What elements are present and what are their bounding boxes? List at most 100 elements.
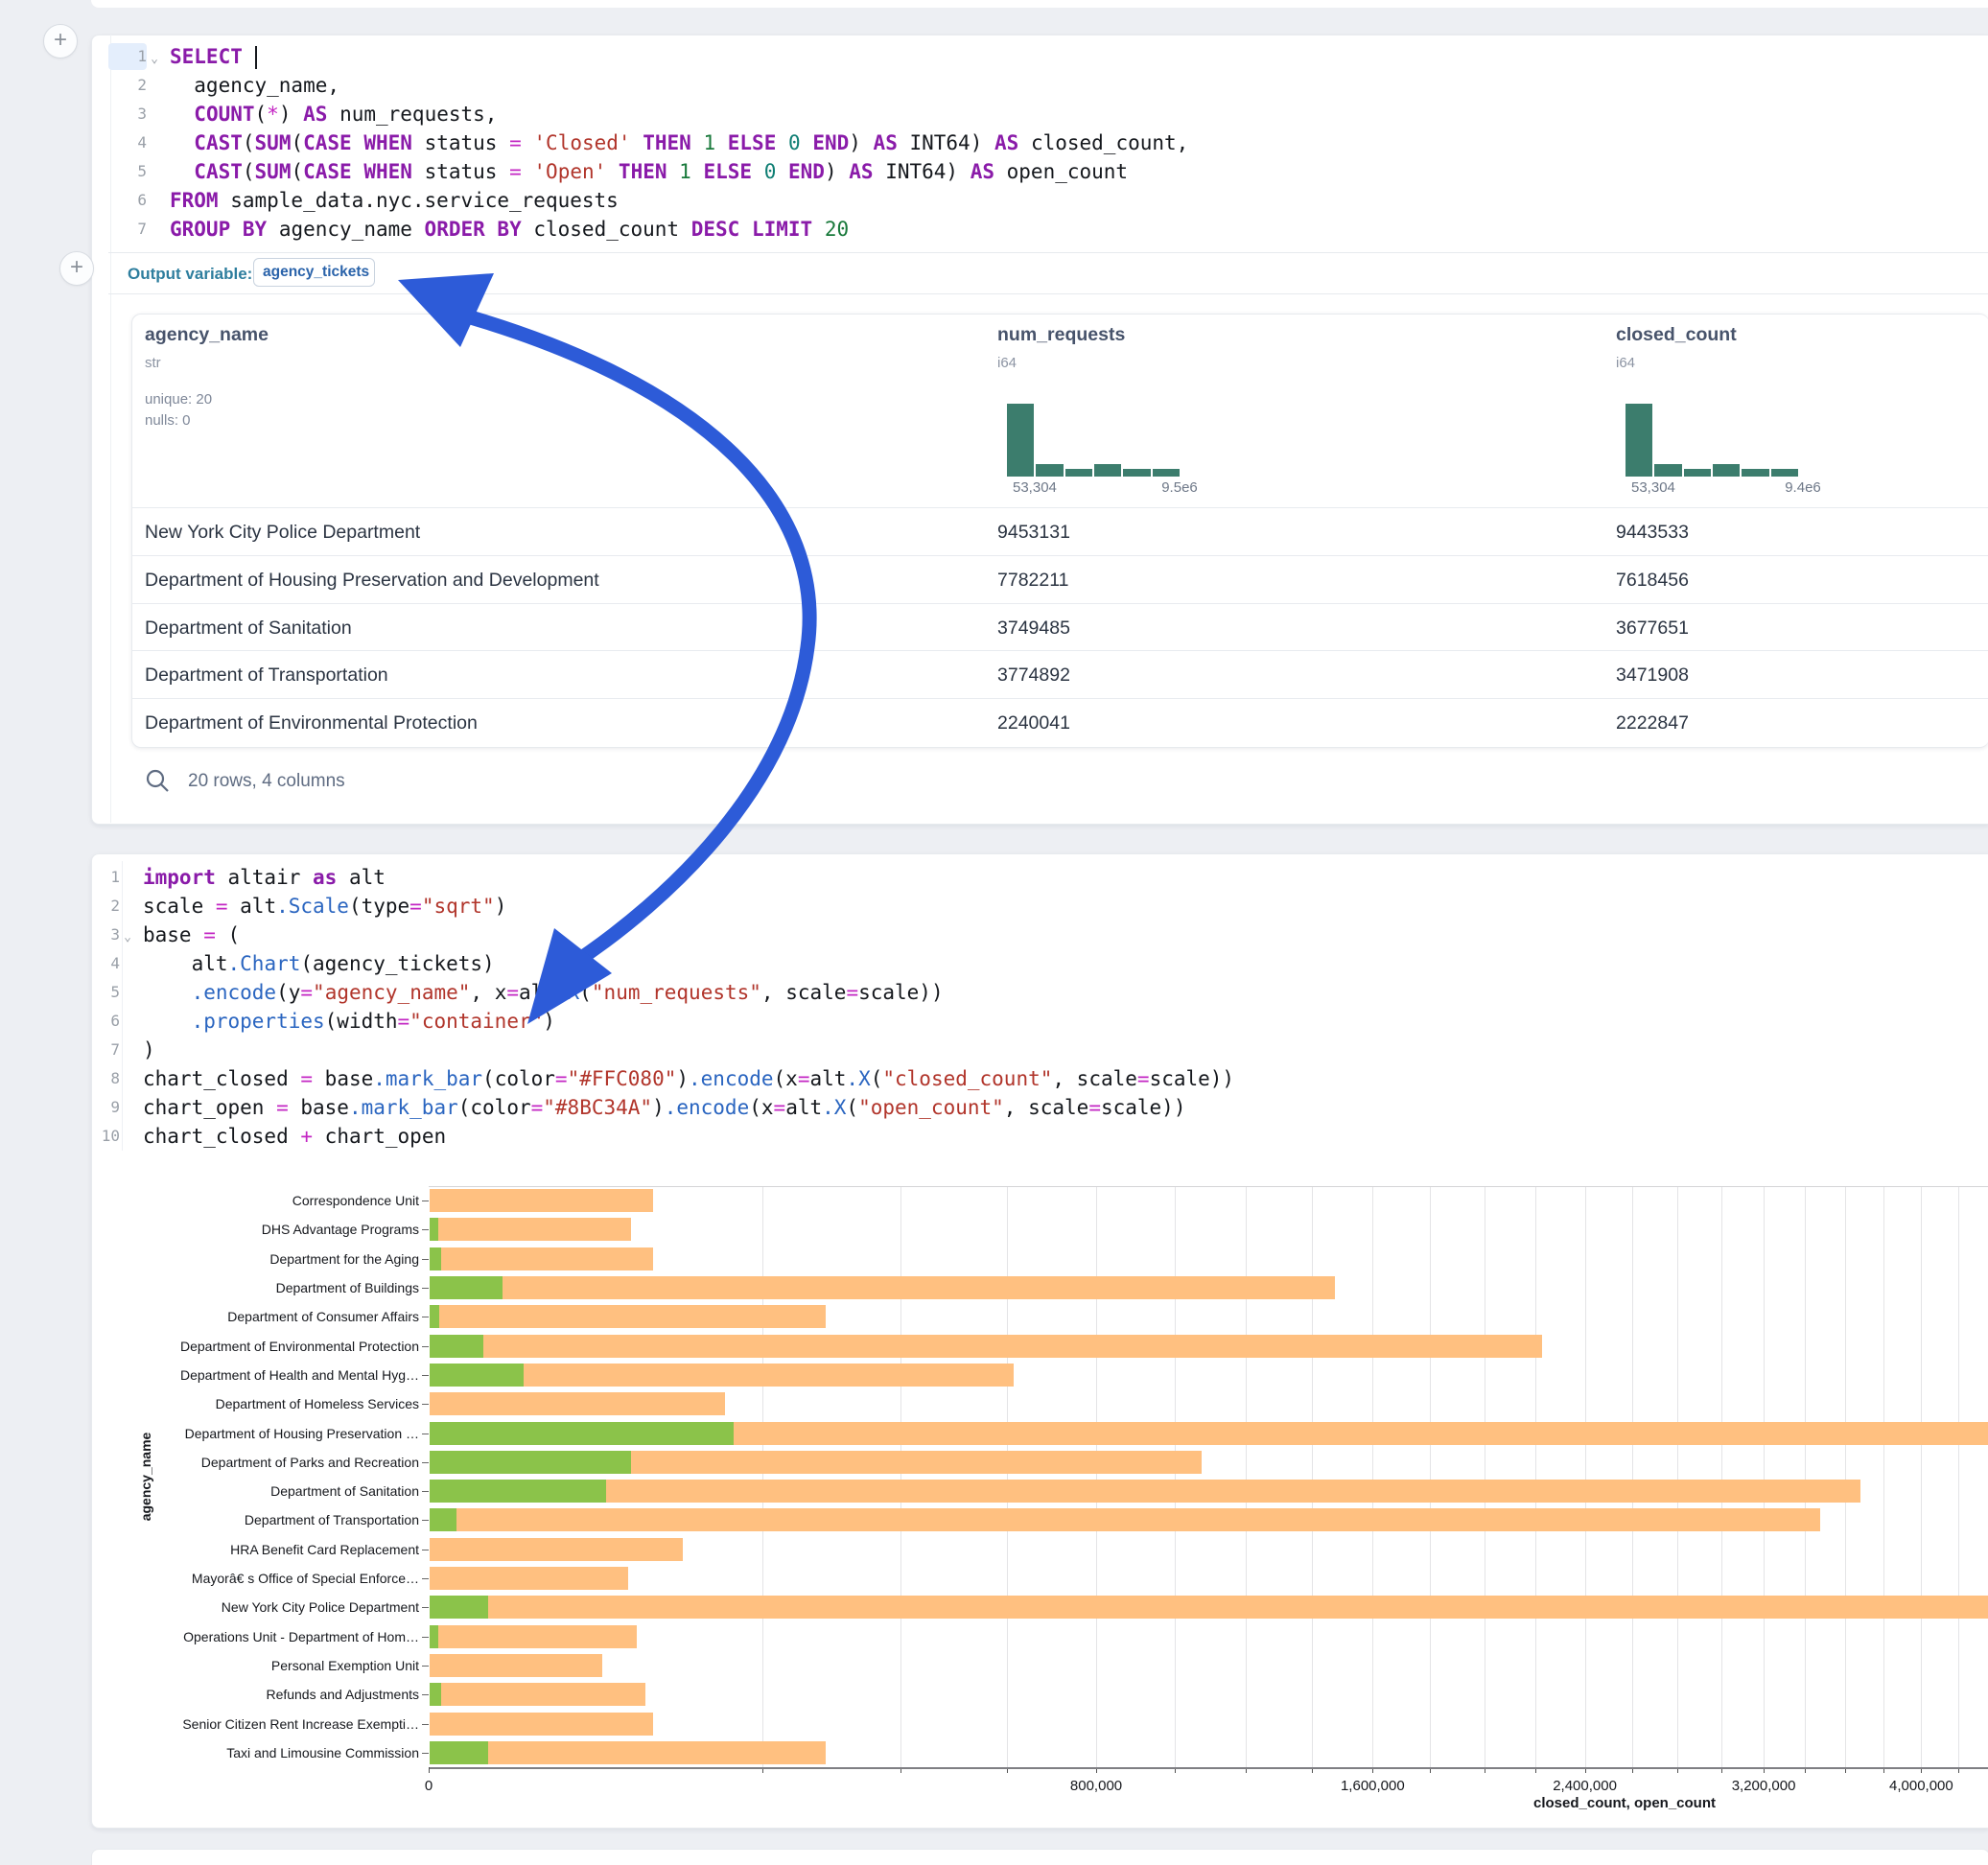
- line-number: 1: [108, 43, 147, 70]
- column-stat-unique: unique: 20: [145, 391, 212, 408]
- x-axis-title: closed_count, open_count: [1433, 1795, 1816, 1811]
- code-line[interactable]: 2 scale = alt.Scale(type="sqrt"): [82, 892, 1961, 921]
- next-cell-edge: [91, 1849, 1988, 1865]
- code-text: SELECT: [170, 45, 257, 69]
- column-header-num-requests[interactable]: num_requests: [997, 324, 1125, 346]
- code-line[interactable]: 5 CAST(SUM(CASE WHEN status = 'Open' THE…: [108, 157, 1969, 186]
- fold-chevron-icon: [120, 1106, 135, 1109]
- code-line[interactable]: 4 CAST(SUM(CASE WHEN status = 'Closed' T…: [108, 128, 1969, 157]
- column-header-closed-count[interactable]: closed_count: [1616, 324, 1737, 346]
- code-line[interactable]: 9 chart_open = base.mark_bar(color="#8BC3…: [82, 1093, 1961, 1122]
- table-row[interactable]: Department of Transportation377489234719…: [131, 650, 1988, 699]
- line-number: 2: [82, 893, 120, 920]
- cell-agency_name: Department of Environmental Protection: [145, 699, 478, 747]
- code-text: .encode(y="agency_name", x=alt.X("num_re…: [143, 981, 944, 1004]
- cell-num_requests: 3749485: [997, 604, 1070, 652]
- cell-closed_count: 7618456: [1616, 556, 1689, 604]
- num-requests-histogram: [1007, 403, 1180, 477]
- cell-closed_count: 3471908: [1616, 651, 1689, 699]
- line-number: 7: [82, 1037, 120, 1063]
- code-line[interactable]: 4 alt.Chart(agency_tickets): [82, 949, 1961, 978]
- code-line[interactable]: 6FROM sample_data.nyc.service_requests: [108, 186, 1969, 215]
- cell-closed_count: 9443533: [1616, 508, 1689, 556]
- code-line[interactable]: 1⌄ SELECT: [108, 42, 1969, 71]
- fold-chevron-icon: [147, 112, 162, 116]
- line-number: 9: [82, 1094, 120, 1121]
- divider: [108, 293, 1988, 294]
- code-line[interactable]: 3 COUNT(*) AS num_requests,: [108, 100, 1969, 128]
- line-number: 6: [82, 1008, 120, 1035]
- histogram-bar: [1742, 469, 1768, 477]
- table-row[interactable]: Department of Sanitation37494853677651: [131, 603, 1988, 652]
- fold-chevron-icon[interactable]: ⌄: [147, 48, 162, 66]
- fold-chevron-icon: [147, 227, 162, 231]
- fold-chevron-icon: [120, 1077, 135, 1081]
- code-text: chart_closed + chart_open: [143, 1125, 446, 1148]
- divider: [108, 252, 1988, 253]
- fold-chevron-icon: [120, 1048, 135, 1052]
- add-cell-button[interactable]: +: [59, 251, 94, 286]
- cell-num_requests: 2240041: [997, 699, 1070, 747]
- output-variable-label: Output variable:: [128, 265, 252, 284]
- table-row[interactable]: Department of Environmental Protection 22…: [131, 698, 1988, 747]
- table-row[interactable]: New York City Police Department 9453131 94…: [131, 507, 1988, 556]
- code-line[interactable]: 6 .properties(width="container"): [82, 1007, 1961, 1036]
- code-line[interactable]: 7GROUP BY agency_name ORDER BY closed_co…: [108, 215, 1969, 244]
- histogram-bar: [1094, 464, 1121, 477]
- histogram-bar: [1684, 469, 1711, 477]
- cell-agency_name: Department of Sanitation: [145, 604, 352, 652]
- code-line[interactable]: 10chart_closed + chart_open: [82, 1122, 1961, 1151]
- hist-min-label: 53,304: [1631, 479, 1675, 496]
- code-text: scale = alt.Scale(type="sqrt"): [143, 895, 506, 918]
- line-number: 5: [82, 979, 120, 1006]
- cell-agency_name: New York City Police Department: [145, 508, 420, 556]
- cell-agency_name: Department of Housing Preservation and D…: [145, 556, 599, 604]
- fold-chevron-icon[interactable]: ⌄: [120, 926, 135, 944]
- python-editor[interactable]: 1import altair as alt2 scale = alt.Scale(…: [82, 863, 1961, 1151]
- code-line[interactable]: 2 agency_name,: [108, 71, 1969, 100]
- fold-chevron-icon: [120, 1019, 135, 1023]
- code-line[interactable]: 5 .encode(y="agency_name", x=alt.X("num_…: [82, 978, 1961, 1007]
- add-cell-button[interactable]: +: [43, 24, 78, 58]
- code-line[interactable]: 1import altair as alt: [82, 863, 1961, 892]
- column-header-agency-name[interactable]: agency_name: [145, 324, 269, 346]
- code-text: COUNT(*) AS num_requests,: [170, 103, 497, 126]
- code-text: GROUP BY agency_name ORDER BY closed_cou…: [170, 218, 849, 241]
- line-number: 8: [82, 1065, 120, 1092]
- sql-editor[interactable]: 1⌄ SELECT 2 agency_name,3 COUNT(*) AS num…: [108, 42, 1969, 244]
- table-row[interactable]: Department of Housing Preservation and D…: [131, 555, 1988, 604]
- output-variable-pill[interactable]: agency_tickets: [253, 258, 375, 287]
- cell-agency_name: Department of Transportation: [145, 651, 388, 699]
- cell-num_requests: 9453131: [997, 508, 1070, 556]
- row-column-count: 20 rows, 4 columns: [188, 771, 345, 792]
- closed-count-histogram: [1625, 403, 1798, 477]
- code-line[interactable]: 7): [82, 1036, 1961, 1064]
- code-text: base = (: [143, 923, 240, 946]
- code-line[interactable]: 8 chart_closed = base.mark_bar(color="#FF…: [82, 1064, 1961, 1093]
- line-number: 4: [108, 129, 147, 156]
- histogram-bar: [1007, 404, 1034, 477]
- code-text: .properties(width="container"): [143, 1010, 555, 1033]
- fold-chevron-icon: [147, 141, 162, 145]
- cell-num_requests: 7782211: [997, 556, 1068, 604]
- code-text: CAST(SUM(CASE WHEN status = 'Open' THEN …: [170, 160, 1128, 183]
- fold-chevron-icon: [147, 198, 162, 202]
- previous-cell-edge: [91, 0, 1988, 8]
- search-icon[interactable]: [144, 767, 171, 794]
- histogram-bar: [1713, 464, 1740, 477]
- line-number: 6: [108, 187, 147, 214]
- code-text: chart_closed = base.mark_bar(color="#FFC…: [143, 1067, 1234, 1090]
- fold-chevron-icon: [120, 1134, 135, 1138]
- column-type: i64: [1616, 355, 1635, 371]
- histogram-bar: [1625, 404, 1652, 477]
- histogram-bar: [1065, 469, 1092, 477]
- hist-max-label: 9.4e6: [1736, 479, 1870, 496]
- fold-chevron-icon: [120, 875, 135, 879]
- code-text: chart_open = base.mark_bar(color="#8BC34…: [143, 1096, 1185, 1119]
- histogram-bar: [1153, 469, 1180, 477]
- fold-chevron-icon: [120, 962, 135, 966]
- hist-max-label: 9.5e6: [1112, 479, 1247, 496]
- line-number: 5: [108, 158, 147, 185]
- code-text: agency_name,: [170, 74, 339, 97]
- code-line[interactable]: 3⌄base = (: [82, 921, 1961, 949]
